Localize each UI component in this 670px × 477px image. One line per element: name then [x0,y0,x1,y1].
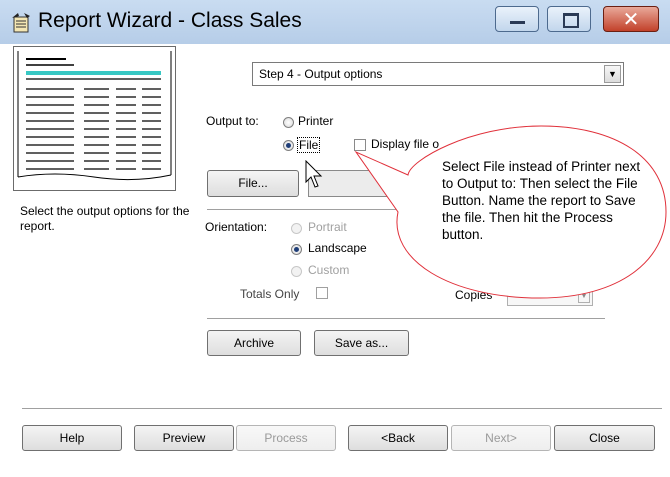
mouse-cursor-icon [305,160,323,188]
display-file-checkbox[interactable] [354,139,366,151]
divider-footer [22,408,662,409]
dropdown-arrow-icon[interactable]: ▼ [604,65,621,83]
portrait-radio[interactable] [291,223,302,234]
step-select[interactable]: Step 4 - Output options ▼ [252,62,624,86]
orientation-label: Orientation: [205,220,268,234]
step-select-value: Step 4 - Output options [259,67,383,81]
landscape-radio[interactable] [291,244,302,255]
close-icon: ✕ [622,7,640,31]
display-file-label: Display file o [371,137,440,151]
archive-button[interactable]: Archive [207,330,301,356]
back-button[interactable]: <Back [348,425,448,451]
minimize-button[interactable] [495,6,539,32]
save-as-button[interactable]: Save as... [314,330,409,356]
report-wizard-icon [12,13,30,33]
report-preview-thumbnail [13,46,176,191]
callout-text: Select File instead of Printer next to O… [442,159,641,242]
report-preview-image [17,51,172,181]
output-to-label: Output to: [206,114,259,128]
file-radio-label: File [297,137,321,153]
process-button[interactable]: Process [236,425,336,451]
totals-only-checkbox[interactable] [316,287,328,299]
title-bar: Report Wizard - Class Sales ✕ [0,0,670,44]
file-radio[interactable] [283,140,294,151]
custom-label: Custom [308,263,350,277]
help-button[interactable]: Help [22,425,122,451]
spinner-arrow-icon[interactable]: ▼ [578,289,590,303]
minimize-icon [510,21,525,24]
report-wizard-window: Report Wizard - Class Sales ✕ Select the… [0,0,670,477]
divider-top [207,209,437,210]
close-window-button[interactable]: ✕ [603,6,659,32]
printer-radio-label: Printer [298,114,334,128]
maximize-icon [563,13,579,28]
printer-radio[interactable] [283,117,294,128]
totals-only-label: Totals Only [240,287,300,301]
sidebar-help-text: Select the output options for the report… [20,204,190,233]
window-title: Report Wizard - Class Sales [38,9,302,32]
portrait-label: Portrait [308,220,347,234]
file-button[interactable]: File... [207,170,299,197]
copies-label: Copies [455,288,493,302]
divider-mid [207,318,605,319]
close-button[interactable]: Close [554,425,655,451]
preview-button[interactable]: Preview [134,425,234,451]
landscape-label: Landscape [308,241,367,255]
maximize-button[interactable] [547,6,591,32]
copies-field[interactable]: ▼ [507,286,593,306]
next-button[interactable]: Next> [451,425,551,451]
custom-radio[interactable] [291,266,302,277]
